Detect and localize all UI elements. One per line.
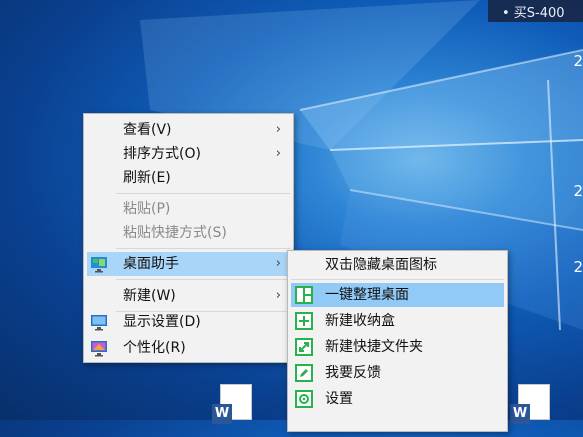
chevron-right-icon: › xyxy=(275,288,281,303)
desktop-context-menu: 查看(V) › 排序方式(O) › 刷新(E) 粘贴(P) 粘贴快捷方式(S) … xyxy=(83,113,294,363)
menu-separator xyxy=(116,193,290,194)
menu-item-new[interactable]: 新建(W) › xyxy=(87,284,290,308)
word-document-icon[interactable]: W xyxy=(212,384,252,424)
menu-item-paste-shortcut: 粘贴快捷方式(S) xyxy=(123,225,227,241)
menu-separator xyxy=(291,279,504,280)
notification-text: • 买S-400 xyxy=(502,6,565,21)
edge-number: 2 xyxy=(573,258,583,276)
desktop-assistant-submenu: 双击隐藏桌面图标 一键整理桌面 新建收纳盒 新建快捷文件夹 我要反馈 设置 xyxy=(287,250,508,432)
submenu-item-new-storage-box[interactable]: 新建收纳盒 xyxy=(291,309,504,333)
menu-item-sort[interactable]: 排序方式(O) › xyxy=(87,142,290,166)
grid-layout-icon xyxy=(295,286,313,304)
submenu-item-hide-desktop-icons[interactable]: 双击隐藏桌面图标 xyxy=(291,253,504,277)
personalize-icon xyxy=(91,341,107,357)
desktop-assistant-icon xyxy=(91,257,107,273)
menu-separator xyxy=(116,248,290,249)
word-document-icon[interactable]: W xyxy=(510,384,550,424)
menu-item-desktop-assistant[interactable]: 桌面助手 › xyxy=(87,252,290,276)
submenu-item-new-shortcut-folder[interactable]: 新建快捷文件夹 xyxy=(291,335,504,359)
submenu-item-settings[interactable]: 设置 xyxy=(291,387,504,411)
menu-item-personalize[interactable]: 个性化(R) xyxy=(87,336,290,360)
submenu-item-organize-desktop[interactable]: 一键整理桌面 xyxy=(291,283,504,307)
menu-item-refresh[interactable]: 刷新(E) xyxy=(87,166,290,190)
menu-item-display-settings[interactable]: 显示设置(D) xyxy=(87,310,290,334)
chevron-right-icon: › xyxy=(275,146,281,161)
gear-icon xyxy=(295,390,313,408)
plus-box-icon xyxy=(295,312,313,330)
notification-strip: • 买S-400 xyxy=(488,0,583,22)
edge-number: 2 xyxy=(573,182,583,200)
menu-item-paste: 粘贴(P) xyxy=(123,201,171,217)
expand-arrow-icon xyxy=(295,338,313,356)
submenu-item-partial[interactable] xyxy=(291,413,504,437)
display-settings-icon xyxy=(91,315,107,331)
menu-separator xyxy=(116,279,290,280)
chevron-right-icon: › xyxy=(275,256,281,271)
submenu-item-feedback[interactable]: 我要反馈 xyxy=(291,361,504,385)
edge-number: 2 xyxy=(573,52,583,70)
chevron-right-icon: › xyxy=(275,122,281,137)
pencil-icon xyxy=(295,364,313,382)
menu-item-view[interactable]: 查看(V) › xyxy=(87,118,290,142)
